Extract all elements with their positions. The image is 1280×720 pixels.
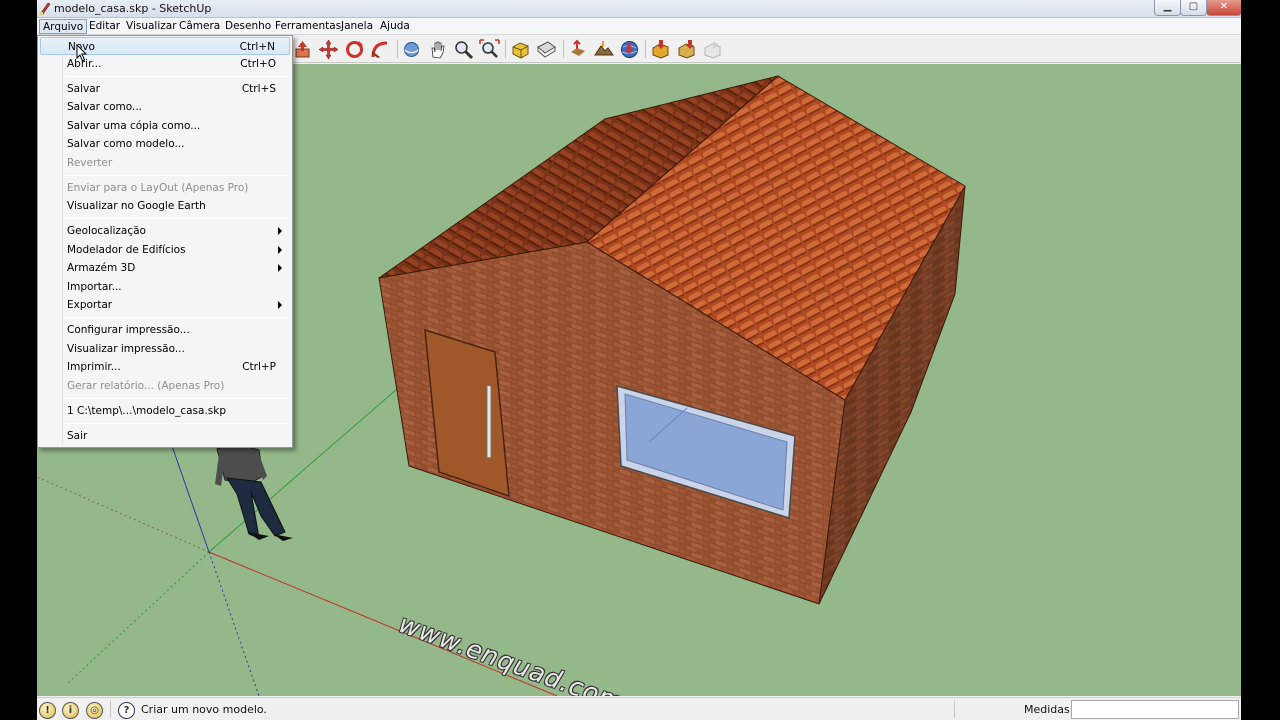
menu-item-recent-file[interactable]: 1 C:\temp\...\modelo_casa.skp [40,402,290,420]
rotate-icon[interactable] [344,39,365,60]
red-axis-negative [37,476,210,553]
menu-camera[interactable]: Câmera [176,19,223,34]
submenu-arrow-icon [278,264,282,272]
login-icon[interactable]: ◎ [86,702,103,719]
credits-icon[interactable]: i [62,702,79,719]
measurements-label: Medidas [1024,703,1070,716]
menu-item-salvar[interactable]: Salvar Ctrl+S [40,80,290,98]
menu-item-gerar-relatorio: Gerar relatório... (Apenas Pro) [67,380,225,392]
push-pull-icon[interactable] [292,39,313,60]
iso-view-icon[interactable] [510,39,531,60]
follow-me-icon[interactable] [370,39,391,60]
window-title: modelo_casa.skp - SketchUp [54,2,212,15]
menu-item-configurar-impressao[interactable]: Configurar impressão... [40,321,290,339]
menu-ajuda[interactable]: Ajuda [377,19,413,34]
extension-warehouse-icon[interactable] [702,39,723,60]
door-handle [486,385,492,459]
submenu-arrow-icon [278,301,282,309]
status-bar: ! i ◎ ? Criar um novo modelo. Medidas [37,697,1241,720]
menu-bar: Arquivo Editar Visualizar Câmera Desenho… [37,18,1241,35]
menu-item-exportar[interactable]: Exportar [40,296,290,314]
menu-item-importar[interactable]: Importar... [40,278,290,296]
status-separator [110,701,111,718]
toggle-terrain-icon[interactable] [593,39,614,60]
menu-arquivo[interactable]: Arquivo [39,19,88,34]
blue-axis-negative [208,551,260,696]
menu-item-google-earth[interactable]: Visualizar no Google Earth [40,197,290,215]
green-axis-negative [66,551,210,685]
menu-item-visualizar-impressao[interactable]: Visualizar impressão... [40,340,290,358]
toolbar-separator [505,40,506,58]
sketchup-app-icon [40,2,51,15]
top-view-icon[interactable] [536,39,557,60]
toolbar-separator [397,40,398,58]
menu-separator [65,218,288,219]
submenu-arrow-icon [278,246,282,254]
title-bar: modelo_casa.skp - SketchUp ▁ ▢ ✕ [37,0,1241,18]
add-location-icon[interactable] [567,39,588,60]
person-figure [215,445,293,541]
move-icon[interactable] [318,39,339,60]
menu-editar[interactable]: Editar [86,19,123,34]
mouse-cursor-icon [76,44,88,62]
share-model-icon[interactable] [650,39,671,60]
menu-item-sair[interactable]: Sair [40,427,290,445]
menu-item-reverter: Reverter [67,157,113,169]
menu-ferramentas[interactable]: Ferramentas [272,19,344,34]
menu-item-armazem-3d[interactable]: Armazém 3D [40,259,290,277]
menu-separator [65,76,288,77]
menu-visualizar[interactable]: Visualizar [123,19,180,34]
help-icon[interactable]: ? [118,702,135,719]
menu-item-imprimir[interactable]: Imprimir... Ctrl+P [40,358,290,376]
blue-axis [171,445,210,553]
menu-item-salvar-copia[interactable]: Salvar uma cópia como... [40,117,290,135]
measurements-input[interactable] [1071,700,1239,719]
orbit-icon[interactable] [401,39,422,60]
menu-separator [65,398,288,399]
menu-separator [65,175,288,176]
toolbar-separator [563,40,564,58]
menu-separator [65,423,288,424]
menu-desenho[interactable]: Desenho [222,19,274,34]
status-message: Criar um novo modelo. [141,703,267,716]
maximize-button[interactable]: ▢ [1180,0,1207,16]
get-models-icon[interactable] [619,39,640,60]
pan-icon[interactable] [427,39,448,60]
geo-location-icon[interactable]: ! [39,702,56,719]
submenu-arrow-icon [278,227,282,235]
menu-item-geolocalizacao[interactable]: Geolocalização [40,222,290,240]
minimize-button[interactable]: ▁ [1154,0,1181,16]
share-component-icon[interactable] [676,39,697,60]
menu-item-enviar-layout: Enviar para o LayOut (Apenas Pro) [67,182,249,194]
menu-item-salvar-como[interactable]: Salvar como... [40,98,290,116]
menu-separator [65,317,288,318]
menu-item-modelador-edificios[interactable]: Modelador de Edifícios [40,241,290,259]
zoom-icon[interactable] [453,39,474,60]
zoom-extents-icon[interactable] [479,39,500,60]
file-menu-dropdown: Novo Ctrl+N Abrir... Ctrl+O Salvar Ctrl+… [37,35,293,448]
menu-item-salvar-modelo[interactable]: Salvar como modelo... [40,135,290,153]
close-button[interactable]: ✕ [1206,0,1241,16]
toolbar-separator [645,40,646,58]
menu-janela[interactable]: Janela [338,19,376,34]
status-separator [954,701,955,718]
